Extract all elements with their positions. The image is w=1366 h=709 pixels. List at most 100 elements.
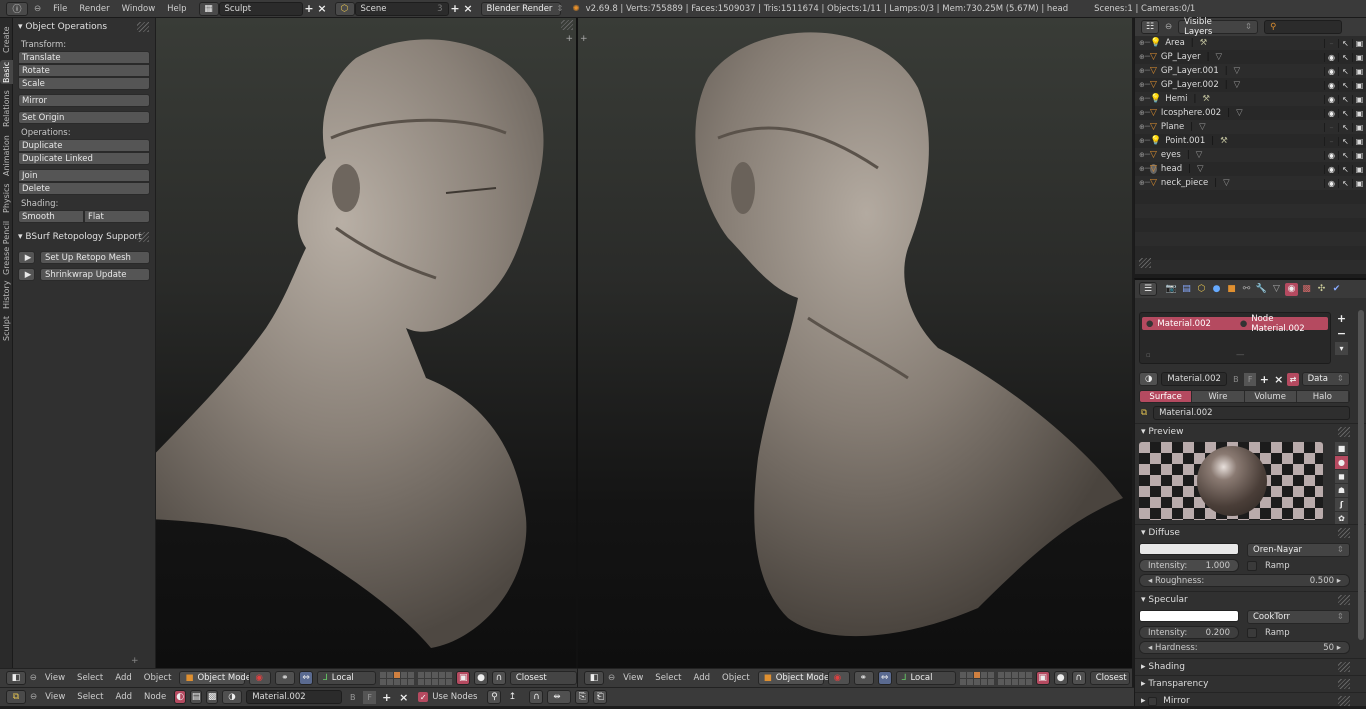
add-material-icon[interactable]: + [1259,373,1270,386]
scale-button[interactable]: Scale [18,77,150,90]
expand-region-icon[interactable]: + [565,34,573,44]
outliner-item[interactable]: ⊕ ─ ▽ GP_Layer.001 | ▽ ◉ ↖ ▣ [1135,64,1366,78]
renderability-camera-icon[interactable]: ▣ [1352,150,1366,160]
menu-add[interactable]: Add [111,673,135,683]
outliner-item[interactable]: ⊕ ─ ▽ GP_Layer.002 | ▽ ◉ ↖ ▣ [1135,78,1366,92]
selectability-cursor-icon[interactable]: ↖ [1338,80,1352,90]
display-mode-dropdown[interactable]: Visible Layers ⇕ [1178,17,1259,37]
play-icon[interactable]: ▶ [18,251,35,264]
outliner-item[interactable]: ⊕ ─ ▽ eyes | ▽ ◉ ↖ ▣ [1135,148,1366,162]
renderability-camera-icon[interactable]: ▣ [1352,80,1366,90]
area-split-handle-icon[interactable] [1139,258,1151,268]
specular-panel-header[interactable]: ▾ Specular [1135,591,1366,608]
renderability-camera-icon[interactable]: ▣ [1352,108,1366,118]
menu-select[interactable]: Select [651,673,685,683]
area-split-handle-icon[interactable] [561,20,573,30]
collapse-menu-icon[interactable]: ⊖ [1165,22,1172,32]
3d-viewport-left[interactable]: + [156,18,577,668]
drag-handle-icon[interactable] [1338,696,1350,706]
outliner-item-name[interactable]: Plane [1161,122,1184,132]
drag-handle-icon[interactable] [1338,595,1350,605]
selectability-cursor-icon[interactable]: ↖ [1338,52,1352,62]
tab-history[interactable]: History [0,280,13,310]
drag-handle-icon[interactable] [1338,427,1350,437]
tab-grease-pencil[interactable]: Grease Pencil [0,220,13,276]
visibility-eye-icon[interactable]: ◉ [1324,178,1338,188]
world-tab-icon[interactable]: ● [1210,283,1223,296]
visibility-eye-icon[interactable]: ◉ [1324,66,1338,76]
mirror-panel-header[interactable]: ▸ Mirror [1135,692,1366,709]
flat-button[interactable]: Flat [84,210,150,223]
outliner-item-name[interactable]: neck_piece [1161,178,1208,188]
material-browse-icon[interactable]: ◑ [222,690,243,704]
manipulator-toggle-icon[interactable]: ⇔ [877,671,892,685]
transparency-panel-header[interactable]: ▸ Transparency [1135,675,1366,692]
renderability-camera-icon[interactable]: ▣ [1352,136,1366,146]
outliner-item-name[interactable]: GP_Layer.002 [1161,80,1219,90]
menu-help[interactable]: Help [161,4,192,14]
preview-panel-header[interactable]: ▾ Preview [1135,423,1366,440]
selectability-cursor-icon[interactable]: ↖ [1338,178,1352,188]
menu-node[interactable]: Node [140,692,170,702]
editor-type-icon[interactable]: ⧉ [6,690,26,704]
specular-ramp-checkbox[interactable] [1247,627,1257,638]
add-scene-icon[interactable]: + [449,2,462,15]
preview-sphere-icon[interactable]: ● [1335,456,1348,469]
pin-icon[interactable]: ⚲ [487,690,502,704]
screen-layout-field[interactable]: Sculpt [218,1,303,16]
roughness-slider[interactable]: ◂ Roughness: 0.500 ▸ [1139,574,1350,587]
object-operations-panel-header[interactable]: ▾ Object Operations [13,18,155,36]
material-slot-list[interactable]: ● Material.002 ● Node Material.002 ▫ — [1139,312,1331,364]
physics-tab-icon[interactable]: ✔ [1330,283,1343,296]
join-button[interactable]: Join [18,169,150,182]
node-material-field[interactable]: Material.002 [1153,406,1350,420]
renderability-camera-icon[interactable]: ▣ [1352,66,1366,76]
visibility-eye-icon[interactable]: ◉ [1324,164,1338,174]
preview-flat-icon[interactable]: ■ [1335,442,1348,455]
shading-panel-header[interactable]: ▸ Shading [1135,658,1366,675]
outliner-item[interactable]: ⊕ ─ ▽ Icosphere.002 | ▽ ◉ ↖ ▣ [1135,106,1366,120]
render-engine-dropdown[interactable]: Blender Render ⇕ [480,1,564,16]
fake-user-button[interactable]: F [1244,372,1256,386]
menu-file[interactable]: File [47,4,73,14]
mode-dropdown[interactable]: ■ Object Mode [179,671,251,685]
menu-add[interactable]: Add [112,692,136,702]
selectability-cursor-icon[interactable]: ↖ [1338,136,1352,146]
collapse-menu-icon[interactable]: ⊖ [30,673,37,683]
info-editor-icon[interactable]: ⓘ [6,1,28,16]
tab-relations[interactable]: Relations [0,88,13,130]
material-name-field[interactable]: Material.002 [1161,372,1228,386]
remove-screen-icon[interactable]: × [316,2,329,15]
play-icon[interactable]: ▶ [18,268,35,281]
scene-icon[interactable]: ⬡ [334,1,355,16]
renderability-camera-icon[interactable]: ▣ [1352,164,1366,174]
preview-monkey-icon[interactable]: ☗ [1335,484,1348,497]
slot-specials-icon[interactable]: ▾ [1335,342,1348,355]
outliner-item[interactable]: ⊕ ─ 💡 Point.001 | ⚒ – ↖ ▣ [1135,134,1366,148]
specular-intensity-slider[interactable]: Intensity: 0.200 [1139,626,1239,639]
menu-view[interactable]: View [41,692,69,702]
render-layers-tab-icon[interactable]: ▤ [1180,283,1193,296]
tab-create[interactable]: Create [0,22,13,58]
set-origin-button[interactable]: Set Origin [18,111,150,124]
collapse-menu-icon[interactable]: ⊖ [34,4,41,14]
specular-shader-dropdown[interactable]: CookTorr ⇕ [1247,610,1350,624]
material-tab-icon[interactable]: ◉ [1285,282,1298,296]
editor-type-icon[interactable]: ◧ [584,671,604,685]
users-b-button[interactable]: B [346,691,359,704]
lock-camera-icon[interactable]: ▣ [1035,671,1050,685]
use-nodes-checkbox[interactable]: ✓ [418,692,429,702]
outliner-item-name[interactable]: Hemi [1165,94,1187,104]
material-browse-icon[interactable]: ◑ [1139,372,1159,386]
scene-field[interactable]: Scene 3 [354,1,449,16]
data-tab-icon[interactable]: ▽ [1270,283,1283,296]
duplicate-button[interactable]: Duplicate [18,139,150,152]
outliner-item[interactable]: ⊕ ─ 💡 Hemi | ⚒ ◉ ↖ ▣ [1135,92,1366,106]
visibility-eye-icon[interactable]: ◉ [1324,52,1338,62]
renderability-camera-icon[interactable]: ▣ [1352,52,1366,62]
tab-physics[interactable]: Physics [0,180,13,216]
set-up-retopo-button[interactable]: Set Up Retopo Mesh [40,251,150,264]
snap-target-dropdown[interactable]: Closest [1089,671,1130,685]
tab-volume[interactable]: Volume [1244,391,1297,402]
properties-editor-icon[interactable]: ☰ [1139,282,1157,296]
